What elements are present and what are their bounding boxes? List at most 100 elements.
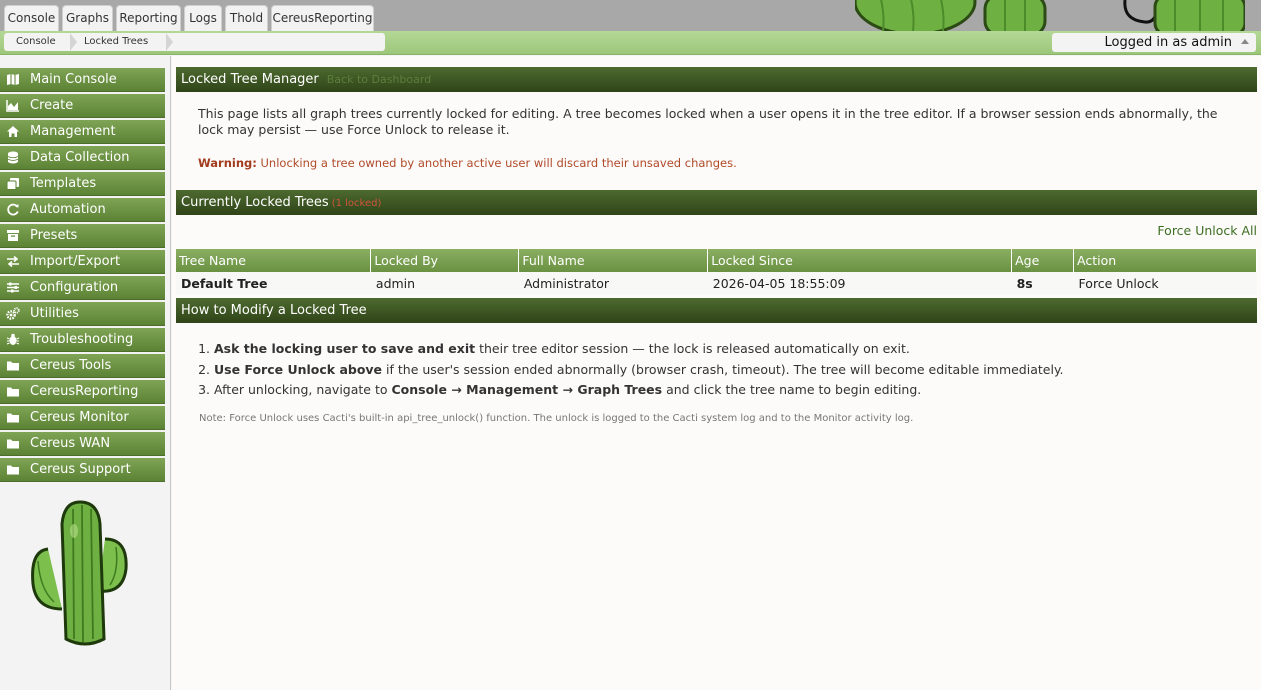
step-bold-text: Console (391, 382, 447, 397)
cell-age: 8s (1011, 272, 1074, 294)
cell-locked-since: 2026-04-05 18:55:09 (707, 272, 1012, 294)
table-header-row: Tree Name Locked By Full Name Locked Sin… (176, 249, 1257, 272)
locked-trees-table: Tree Name Locked By Full Name Locked Sin… (176, 249, 1257, 294)
cogs-icon (6, 307, 20, 320)
sidebar-item-label: Cereus Support (30, 462, 131, 477)
sidebar-item-presets[interactable]: Presets (0, 224, 165, 248)
user-menu[interactable]: Logged in as admin (1052, 33, 1256, 52)
folder-icon (7, 465, 19, 475)
list-item: Use Force Unlock above if the user's ses… (214, 360, 1214, 381)
step-bold-text: Use Force Unlock above (214, 361, 383, 377)
list-item: Ask the locking user to save and exit th… (214, 339, 1214, 360)
table-row: Default Tree admin Administrator 2026-04… (176, 272, 1257, 294)
sidebar-item-label: Import/Export (30, 254, 121, 269)
folder-icon (7, 439, 19, 449)
tab-cereusreporting[interactable]: CereusReporting (271, 5, 374, 31)
locked-count-badge: (1 locked) (331, 198, 382, 209)
arrow-separator: → (558, 382, 578, 397)
page-title: Locked Tree Manager (181, 72, 319, 87)
breadcrumb-bar: Console Locked Trees Logged in as admin (0, 31, 1261, 55)
caret-up-icon (1241, 39, 1249, 44)
sidebar-item-cereusreporting[interactable]: CereusReporting (0, 380, 165, 404)
sidebar-item-import-export[interactable]: Import/Export (0, 250, 165, 274)
sidebar-item-cereus-support[interactable]: Cereus Support (0, 458, 165, 482)
sidebar-item-label: Utilities (30, 306, 79, 321)
cactus-logo-icon (31, 500, 128, 646)
tab-console[interactable]: Console (4, 5, 59, 31)
folder-icon (7, 361, 19, 371)
sidebar-item-management[interactable]: Management (0, 120, 165, 144)
sidebar-item-data-collection[interactable]: Data Collection (0, 146, 165, 170)
force-unlock-all-link[interactable]: Force Unlock All (1157, 223, 1257, 238)
force-unlock-link[interactable]: Force Unlock (1073, 272, 1257, 294)
warning-text: Unlocking a tree owned by another active… (260, 156, 737, 170)
tab-reporting[interactable]: Reporting (116, 5, 181, 31)
tab-graphs[interactable]: Graphs (62, 5, 113, 31)
step-text: After unlocking, navigate to (214, 382, 392, 397)
cell-full-name: Administrator (518, 272, 708, 294)
arrow-separator: → (446, 382, 467, 397)
sidebar-item-troubleshooting[interactable]: Troubleshooting (0, 328, 165, 352)
sidebar-item-label: CereusReporting (30, 384, 139, 399)
user-label: Logged in as admin (1104, 35, 1232, 50)
footnote: Note: Force Unlock uses Cacti's built-in… (199, 413, 914, 424)
sidebar-item-main-console[interactable]: Main Console (0, 68, 165, 92)
chart-area-icon (6, 100, 19, 112)
list-item: After unlocking, navigate to Console → M… (214, 380, 1214, 401)
breadcrumb-console[interactable]: Console (16, 33, 56, 51)
step-text: their tree editor session — the lock is … (475, 341, 910, 356)
sidebar-item-cereus-tools[interactable]: Cereus Tools (0, 354, 165, 378)
sidebar-item-label: Presets (30, 228, 78, 243)
sidebar-item-label: Cereus Monitor (30, 410, 129, 425)
sidebar-item-templates[interactable]: Templates (0, 172, 165, 196)
sidebar-item-label: Configuration (30, 280, 119, 295)
breadcrumb-locked-trees[interactable]: Locked Trees (84, 33, 148, 51)
sidebar-item-label: Automation (30, 202, 106, 217)
breadcrumb-separator-icon (166, 33, 173, 51)
section-header-currently-locked: Currently Locked Trees (1 locked) (176, 190, 1257, 215)
back-to-dashboard-link[interactable]: Back to Dashboard (327, 73, 431, 86)
section-header-how-to-modify: How to Modify a Locked Tree (176, 298, 1257, 323)
tab-thold[interactable]: Thold (225, 5, 268, 31)
sidebar-item-cereus-monitor[interactable]: Cereus Monitor (0, 406, 165, 430)
breadcrumb-separator-icon (70, 33, 77, 51)
sidebar-item-label: Create (30, 98, 74, 113)
top-tab-bar: Console Graphs Reporting Logs Thold Cere… (0, 0, 1261, 31)
folder-icon (7, 413, 19, 423)
copy-icon (6, 178, 19, 190)
archive-icon (7, 230, 19, 241)
main-content: Locked Tree Manager Back to Dashboard Thi… (172, 56, 1261, 690)
map-icon (7, 74, 19, 85)
step-bold-text: Graph Trees (577, 382, 663, 397)
sidebar-item-configuration[interactable]: Configuration (0, 276, 165, 300)
cactus-banner-icon (855, 0, 1245, 31)
tab-logs[interactable]: Logs (184, 5, 222, 31)
sidebar: Main Console Create Management Data Coll… (0, 56, 171, 690)
column-header[interactable]: Locked Since (707, 249, 1013, 272)
sidebar-item-label: Cereus Tools (30, 358, 112, 373)
step-bold-text: Management (466, 382, 559, 397)
column-header[interactable]: Tree Name (176, 249, 372, 272)
intro-text: This page lists all graph trees currentl… (198, 106, 1218, 137)
cell-locked-by: admin (370, 272, 519, 294)
column-header[interactable]: Age (1011, 249, 1075, 272)
column-header[interactable]: Locked By (370, 249, 520, 272)
instructions-list: Ask the locking user to save and exit th… (214, 339, 1214, 401)
sidebar-item-create[interactable]: Create (0, 94, 165, 118)
sidebar-item-cereus-wan[interactable]: Cereus WAN (0, 432, 165, 456)
column-header[interactable]: Full Name (518, 249, 709, 272)
step-text: and click the tree name to begin editing… (662, 382, 922, 397)
sidebar-item-utilities[interactable]: Utilities (0, 302, 165, 326)
sidebar-item-automation[interactable]: Automation (0, 198, 165, 222)
home-icon (7, 126, 19, 137)
database-icon (7, 151, 19, 164)
step-text: if the user's session ended abnormally (… (382, 361, 1064, 377)
section-header-locked-tree-manager: Locked Tree Manager Back to Dashboard (176, 67, 1257, 92)
refresh-icon (7, 203, 19, 216)
sliders-icon (7, 282, 19, 293)
sidebar-item-label: Management (30, 124, 116, 139)
sidebar-item-label: Cereus WAN (30, 436, 111, 451)
column-header: Action (1073, 249, 1257, 272)
warning-message: Warning: Unlocking a tree owned by anoth… (198, 156, 737, 170)
step-bold-text: Ask the locking user to save and exit (214, 341, 476, 356)
